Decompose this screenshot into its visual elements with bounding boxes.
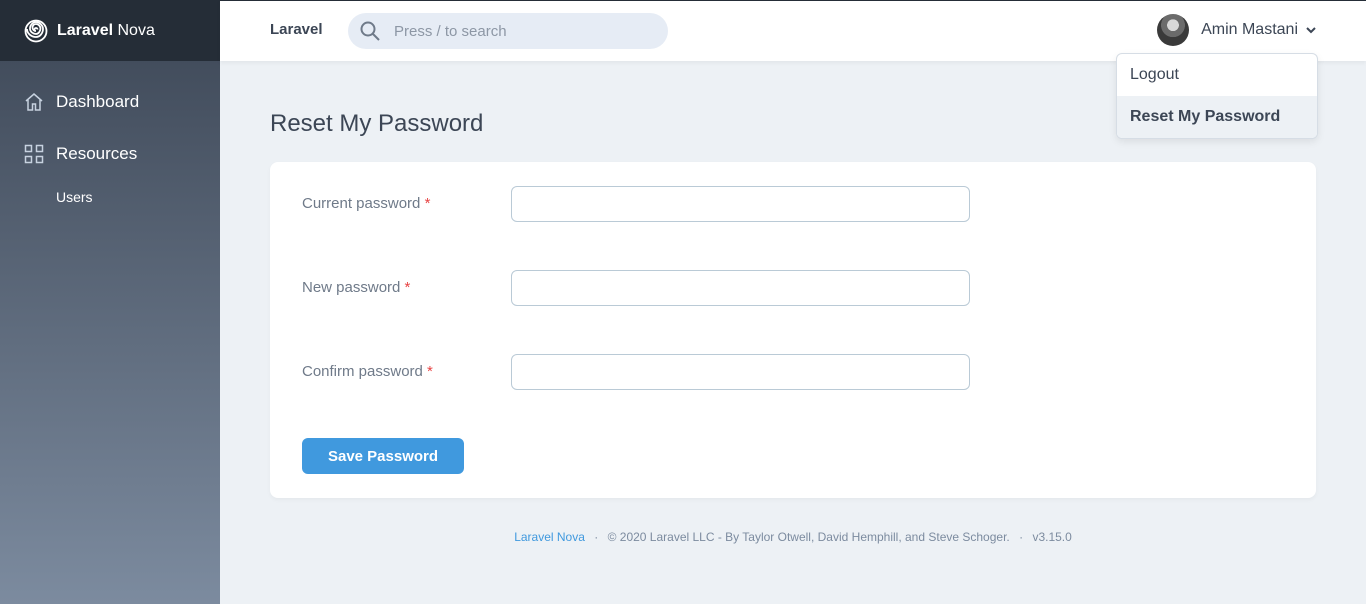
search-icon xyxy=(360,21,380,41)
footer-separator: · xyxy=(1019,530,1024,544)
sidebar-item-users[interactable]: Users xyxy=(56,189,93,205)
required-marker: * xyxy=(424,195,431,212)
sidebar-item-dashboard[interactable]: Dashboard xyxy=(24,92,139,112)
required-marker: * xyxy=(404,279,411,296)
sidebar-item-resources[interactable]: Resources xyxy=(24,144,137,164)
global-search[interactable] xyxy=(348,13,668,49)
confirm-password-label: Confirm password * xyxy=(302,363,433,380)
brand-name-light: Nova xyxy=(117,21,155,39)
sidebar-item-label: Dashboard xyxy=(56,92,140,111)
home-icon xyxy=(25,93,43,111)
save-password-button[interactable]: Save Password xyxy=(302,438,464,474)
new-password-label: New password * xyxy=(302,279,411,296)
nova-logo-icon xyxy=(24,19,48,42)
footer: Laravel Nova · © 2020 Laravel LLC - By T… xyxy=(220,530,1366,544)
footer-nova-link[interactable]: Laravel Nova xyxy=(514,530,585,544)
current-password-field[interactable] xyxy=(511,186,970,222)
footer-copyright: © 2020 Laravel LLC - By Taylor Otwell, D… xyxy=(607,530,1010,544)
page-title: Reset My Password xyxy=(270,110,484,137)
chevron-down-icon xyxy=(1306,27,1316,34)
user-menu[interactable]: Amin Mastani xyxy=(1157,14,1316,46)
sidebar: Laravel Nova Dashboard Resources Users xyxy=(0,0,220,604)
footer-separator: · xyxy=(594,530,599,544)
reset-password-menu-item[interactable]: Reset My Password xyxy=(1117,96,1317,138)
logout-menu-item[interactable]: Logout xyxy=(1117,54,1317,96)
search-input[interactable] xyxy=(392,21,646,41)
grid-icon xyxy=(24,144,44,164)
sidebar-item-label: Resources xyxy=(56,144,138,163)
brand-name-bold: Laravel xyxy=(57,21,114,39)
required-marker: * xyxy=(427,363,433,380)
footer-version: v3.15.0 xyxy=(1032,530,1072,544)
user-dropdown: Logout Reset My Password xyxy=(1116,53,1318,139)
brand[interactable]: Laravel Nova xyxy=(0,0,220,61)
app-name[interactable]: Laravel xyxy=(270,21,323,38)
top-header: Laravel Amin Mastani xyxy=(220,0,1366,61)
confirm-password-field[interactable] xyxy=(511,354,970,390)
user-name: Amin Mastani xyxy=(1201,21,1298,38)
avatar xyxy=(1157,14,1190,46)
reset-password-form: Current password * New password * Confir… xyxy=(270,162,1316,498)
current-password-label: Current password * xyxy=(302,195,431,212)
new-password-field[interactable] xyxy=(511,270,970,306)
